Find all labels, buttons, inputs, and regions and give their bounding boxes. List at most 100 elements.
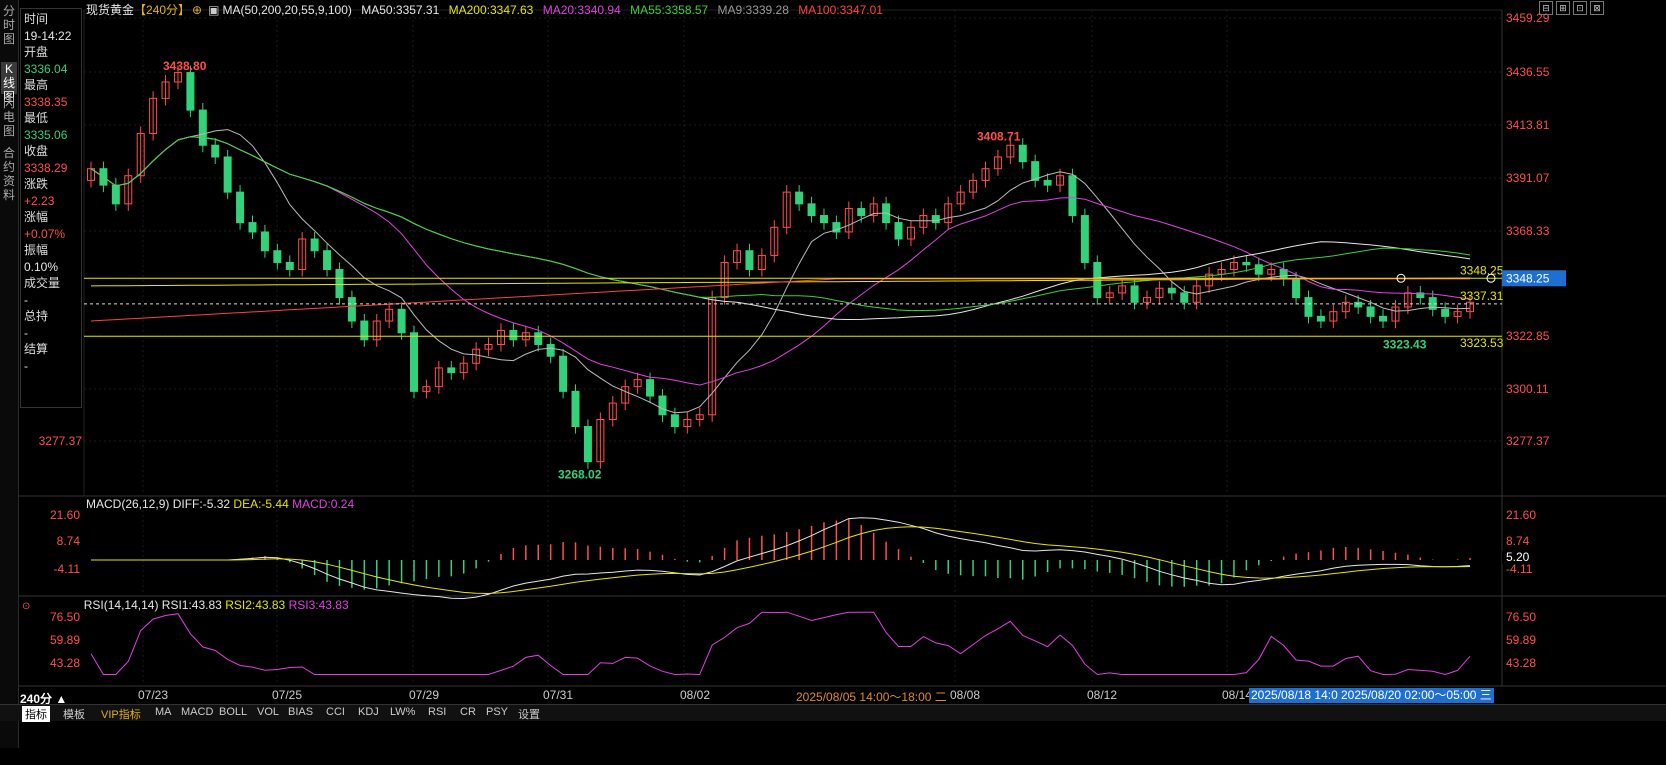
candle-body [819,215,828,224]
macd-histogram [239,518,1471,590]
ma100-value: MA100:3347.01 [798,3,883,17]
candle-body [1130,285,1139,303]
rsi-axis-label: 76.50 [50,610,80,624]
color-swatch-icon[interactable]: ▣ [208,3,219,17]
tab-settings[interactable]: 设置 [515,706,543,722]
date-axis: 07/23 07/25 07/29 07/31 08/02 08/08 08/1… [0,688,1500,705]
rsi1-value: RSI1:43.83 [161,598,222,612]
candle-body [857,208,866,217]
candle-body [546,343,555,357]
low-label: 最低 [24,111,49,125]
tab-psy[interactable]: PSY [483,706,511,718]
fullscreen-icon[interactable]: ⊡ [1573,1,1587,15]
candle-body [1316,315,1325,322]
candle-body [1279,268,1288,280]
current-price-label: 3348.25 [1506,271,1550,285]
level-label: 3337.31 [1460,289,1504,303]
candle-body [285,261,294,270]
tab-ma[interactable]: MA [152,706,175,718]
rsi-settings-icon[interactable]: ⊙ [22,601,30,612]
low-value: 3335.06 [24,127,68,142]
candle-body [1379,315,1388,322]
candle-body [236,191,245,224]
tab-macd[interactable]: MACD [178,706,216,718]
date-label: 08/12 [1087,688,1118,702]
candle-body [1080,215,1089,263]
ma55-value: MA55:3358.57 [630,3,709,17]
candle-body [310,238,319,252]
maximize-icon[interactable]: ⊞ [1556,1,1570,15]
candle-body [795,191,804,205]
rsi3-value: RSI3:43.83 [288,598,349,612]
amplitude-label: 振幅 [24,243,49,257]
candle-body [1031,161,1040,181]
candle-body [807,203,816,217]
macd-marker-label: 5.20 [1506,550,1530,564]
tab-cr[interactable]: CR [457,706,479,718]
change-pct-value: +0.07% [24,226,66,241]
low-annotation: 3323.43 [1383,337,1427,351]
settings-icon[interactable]: ⊕ [192,3,202,17]
rsi-axis-label: 43.28 [1506,656,1536,670]
rsi-axis-label: 59.89 [1506,633,1536,647]
tab-cci[interactable]: CCI [323,706,348,718]
tab-rsi[interactable]: RSI [425,706,449,718]
open-label: 开盘 [24,45,49,59]
ma200-value: MA200:3347.63 [448,3,534,17]
rsi-axis-label: 43.28 [50,656,80,670]
candle-body [1180,292,1189,303]
rsi-legend: ⊙ RSI(14,14,14) RSI1:43.83 RSI2:43.83 RS… [22,598,349,612]
change-pct-label: 涨幅 [24,210,49,224]
indicator-tab-bar: 指标 模板 VIP指标 MA MACD BOLL VOL BIAS CCI KD… [0,704,1666,722]
settlement-value: - [24,358,28,373]
ma-params: MA(50,200,20,55,9,100) [222,3,352,17]
amplitude-value: 0.10% [24,259,59,274]
rsi2-value: RSI2:43.83 [225,598,286,612]
candle-body [1441,308,1450,317]
candle-body [1292,278,1301,299]
volume-label: 成交量 [24,276,61,290]
tab-vip-indicators[interactable]: VIP指标 [98,706,144,722]
period-bracket: 【240分】 [134,3,191,17]
tab-templates[interactable]: 模板 [60,706,88,722]
tab-bias[interactable]: BIAS [285,706,316,718]
rsi-axis-label: 59.89 [50,633,80,647]
close-window-icon[interactable]: ⊠ [1590,1,1604,15]
candle-body [509,329,518,341]
tab-indicators[interactable]: 指标 [22,706,50,722]
volume-value: - [24,292,28,307]
open-interest-value: - [24,325,28,340]
price-axis-label: 3322.85 [1506,329,1550,343]
price-axis-label: 3277.37 [1506,434,1550,448]
date-label: 08/02 [680,688,711,702]
ma9-line [90,129,1471,414]
macd-dea: DEA:-5.44 [233,497,289,511]
candle-body [1068,175,1077,217]
candle-body [335,268,344,299]
macd-axis-label: 8.74 [1506,534,1530,548]
price-axis-label: 3436.55 [1506,65,1550,79]
candle-body [583,426,592,463]
tab-kdj[interactable]: KDJ [355,706,382,718]
date-tooltip: 2025/08/05 14:00～18:00 二 [796,688,947,705]
ma50-line [90,136,1471,321]
macd-dea-line [91,526,1471,595]
candle-body [347,297,356,322]
candle-body [1242,261,1251,266]
macd-axis-label: -4.11 [54,562,81,576]
candle-body [1043,179,1052,186]
ma50-value: MA50:3357.31 [361,3,440,17]
candle-body [447,367,456,374]
date-label: 08/14 [1222,688,1253,702]
window-controls: ⊟ ⊞ ⊡ ⊠ [1536,0,1604,15]
date-tooltip: 2025/08/20 02:00～05:00 三 [1339,688,1494,703]
tab-lw[interactable]: LW% [387,706,418,718]
candle-body [745,250,754,270]
open-interest-label: 总持 [24,309,49,323]
candle-body [323,250,332,270]
candle-body [223,156,232,193]
restore-icon[interactable]: ⊟ [1539,1,1553,15]
macd-diff: DIFF:-5.32 [172,497,231,511]
tab-boll[interactable]: BOLL [216,706,250,718]
tab-vol[interactable]: VOL [254,706,282,718]
